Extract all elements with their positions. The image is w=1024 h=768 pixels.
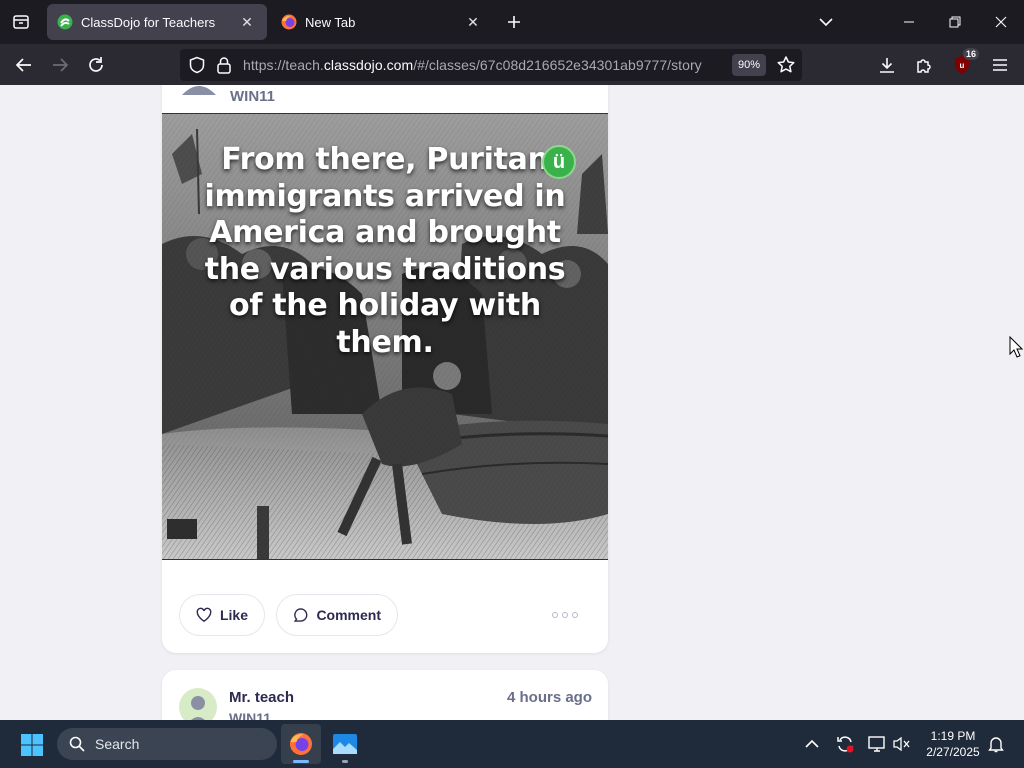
story-post-card: WIN11 From there, Puritan immigrants arr… [162,85,608,653]
forward-button[interactable] [46,51,74,79]
show-hidden-icons-button[interactable] [800,732,824,756]
monitor-icon [868,736,885,752]
close-tab-icon[interactable]: ✕ [463,12,483,32]
heart-icon [196,607,212,623]
taskbar-search-box[interactable]: Search [57,728,277,760]
bell-icon [988,737,1004,753]
plus-icon [508,16,520,28]
story-post-card: Mr. teach 4 hours ago WIN11 [162,670,608,720]
list-all-tabs-button[interactable] [814,10,838,34]
firefox-icon [281,14,297,30]
post-timestamp: 4 hours ago [506,689,592,706]
firefox-icon [290,733,312,755]
classdojo-icon [57,14,73,30]
taskbar-photos-app[interactable] [325,724,365,764]
downloads-button[interactable] [873,51,901,79]
svg-text:u: u [960,61,965,70]
lock-icon[interactable] [216,56,232,74]
back-button[interactable] [10,51,38,79]
url-host: classdojo.com [323,57,414,73]
sync-tray-icon[interactable] [833,732,857,756]
firefox-view-icon [13,15,29,29]
tab-new-tab[interactable]: New Tab ✕ [271,4,493,40]
extensions-button[interactable] [910,51,938,79]
display-tray-icon[interactable] [865,732,889,756]
reload-icon [89,57,103,72]
forward-arrow-icon [53,58,69,72]
windows-start-icon[interactable] [20,733,44,757]
classdojo-badge-icon: ü [542,145,576,179]
teacher-avatar [182,86,216,95]
bookmark-star-icon[interactable] [776,55,796,75]
reload-button[interactable] [82,51,110,79]
more-options-icon[interactable] [552,607,578,623]
address-bar[interactable]: https://teach.classdojo.com/#/classes/67… [180,49,802,81]
url-prefix: https://teach. [243,57,324,73]
taskbar-clock[interactable]: 1:19 PM 2/27/2025 [920,728,986,760]
sync-icon [837,736,854,753]
tab-classdojo[interactable]: ClassDojo for Teachers ✕ [47,4,267,40]
restore-icon [949,16,961,28]
url-path: /#/classes/67c08d216652e34301ab9777/stor… [413,57,702,73]
close-icon [995,16,1007,28]
clock-time: 1:19 PM [930,729,976,743]
taskbar-firefox[interactable] [281,724,321,764]
running-app-indicator [342,760,348,763]
app-menu-button[interactable] [986,51,1014,79]
download-icon [880,58,894,73]
windows-taskbar: Search 1:19 PM 2/27/2025 [0,720,1024,768]
url-text: https://teach.classdojo.com/#/classes/67… [243,57,702,73]
post-teacher-name: Mr. teach [229,689,295,706]
close-window-button[interactable] [978,0,1024,44]
new-tab-button[interactable] [502,10,526,34]
comment-label: Comment [316,607,381,623]
photos-icon [333,734,357,754]
person-silhouette-icon [191,696,205,720]
post-class-name: WIN11 [230,88,276,105]
back-arrow-icon [15,58,31,72]
close-tab-icon[interactable]: ✕ [237,12,257,32]
chevron-down-icon [819,18,833,27]
speaker-muted-icon [893,736,910,752]
extension-badge-count: 16 [963,48,980,60]
story-feed: WIN11 From there, Puritan immigrants arr… [0,85,1024,720]
tab-title: New Tab [305,14,356,30]
tab-strip: ClassDojo for Teachers ✕ New Tab ✕ [0,0,1024,44]
clock-date: 2/27/2025 [926,745,980,759]
zoom-level-badge[interactable]: 90% [732,54,766,76]
search-placeholder: Search [95,736,140,752]
post-image[interactable]: From there, Puritan immigrants arrived i… [162,113,608,560]
ublock-extension-button[interactable]: u 16 [948,48,980,79]
navigation-toolbar: https://teach.classdojo.com/#/classes/67… [0,44,1024,85]
search-icon [69,736,85,752]
tracking-protection-shield-icon[interactable] [188,56,206,74]
restore-button[interactable] [932,0,978,44]
firefox-view-button[interactable] [8,9,34,35]
minimize-icon [904,21,914,23]
post-class-name: WIN11 [229,710,272,720]
teacher-avatar [179,688,217,720]
minimize-button[interactable] [886,0,932,44]
hamburger-menu-icon [993,59,1007,71]
active-app-indicator [293,760,309,763]
comment-button[interactable]: Comment [276,594,398,636]
comment-bubble-icon [293,608,308,622]
chevron-up-icon [805,739,819,748]
post-caption: From there, Puritan immigrants arrived i… [204,142,566,360]
puzzle-icon [917,59,931,73]
tab-title: ClassDojo for Teachers [81,14,216,30]
like-label: Like [219,607,248,623]
mouse-cursor-icon [1009,336,1023,358]
like-button[interactable]: Like [179,594,265,636]
volume-muted-tray-icon[interactable] [890,732,914,756]
notifications-button[interactable] [984,732,1008,756]
